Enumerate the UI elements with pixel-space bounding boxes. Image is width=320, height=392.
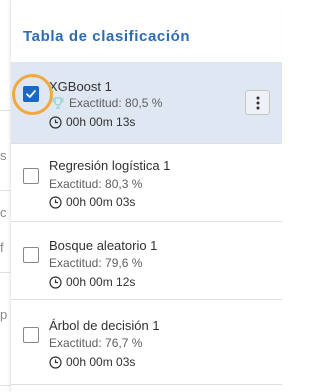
duration-text: 00h 00m 03s	[66, 355, 136, 369]
clock-icon	[49, 196, 62, 209]
background-divider	[0, 385, 10, 386]
clock-icon	[49, 276, 62, 289]
leaderboard-panel: Tabla de clasificación XGBoost 1 Exactit…	[10, 0, 282, 392]
checkbox-focus-highlight	[12, 74, 53, 115]
row-actions-button[interactable]	[245, 90, 270, 115]
trophy-icon	[52, 97, 64, 109]
leaderboard-row-xgboost[interactable]: XGBoost 1 Exactitud: 80,5 % 00h 00m 13s	[11, 62, 282, 144]
model-name: Bosque aleatorio 1	[49, 238, 158, 253]
row-checkbox[interactable]	[23, 168, 39, 184]
duration-text: 00h 00m 12s	[66, 275, 136, 289]
background-text-fragment: f	[0, 240, 4, 255]
panel-title: Tabla de clasificación	[23, 28, 191, 45]
background-divider	[0, 272, 10, 273]
clock-icon	[49, 356, 62, 369]
model-accuracy: Exactitud: 80,3 %	[49, 177, 143, 191]
more-vertical-icon	[256, 96, 260, 110]
leaderboard-row-logistic-regression[interactable]: Regresión logística 1 Exactitud: 80,3 % …	[11, 144, 282, 222]
row-checkbox[interactable]	[23, 327, 39, 343]
model-accuracy: Exactitud: 79,6 %	[49, 256, 143, 270]
background-divider	[0, 110, 10, 111]
leaderboard-row-random-forest[interactable]: Bosque aleatorio 1 Exactitud: 79,6 % 00h…	[11, 222, 282, 300]
background-content-strip: s c f p	[0, 0, 10, 392]
model-name: Regresión logística 1	[49, 158, 171, 173]
row-checkbox[interactable]	[23, 247, 39, 263]
background-text-fragment: s	[0, 148, 7, 163]
duration-text: 00h 00m 13s	[66, 115, 136, 129]
duration-text: 00h 00m 03s	[66, 195, 136, 209]
background-text-fragment: p	[0, 307, 8, 322]
model-accuracy: Exactitud: 76,7 %	[49, 336, 143, 350]
background-divider	[0, 190, 10, 191]
model-name: XGBoost 1	[49, 79, 112, 94]
model-accuracy: Exactitud: 80,5 %	[69, 96, 163, 110]
leaderboard-row-decision-tree[interactable]: Árbol de decisión 1 Exactitud: 76,7 % 00…	[11, 300, 282, 385]
model-name: Árbol de decisión 1	[49, 318, 160, 333]
background-text-fragment: c	[0, 205, 7, 220]
clock-icon	[49, 116, 62, 129]
